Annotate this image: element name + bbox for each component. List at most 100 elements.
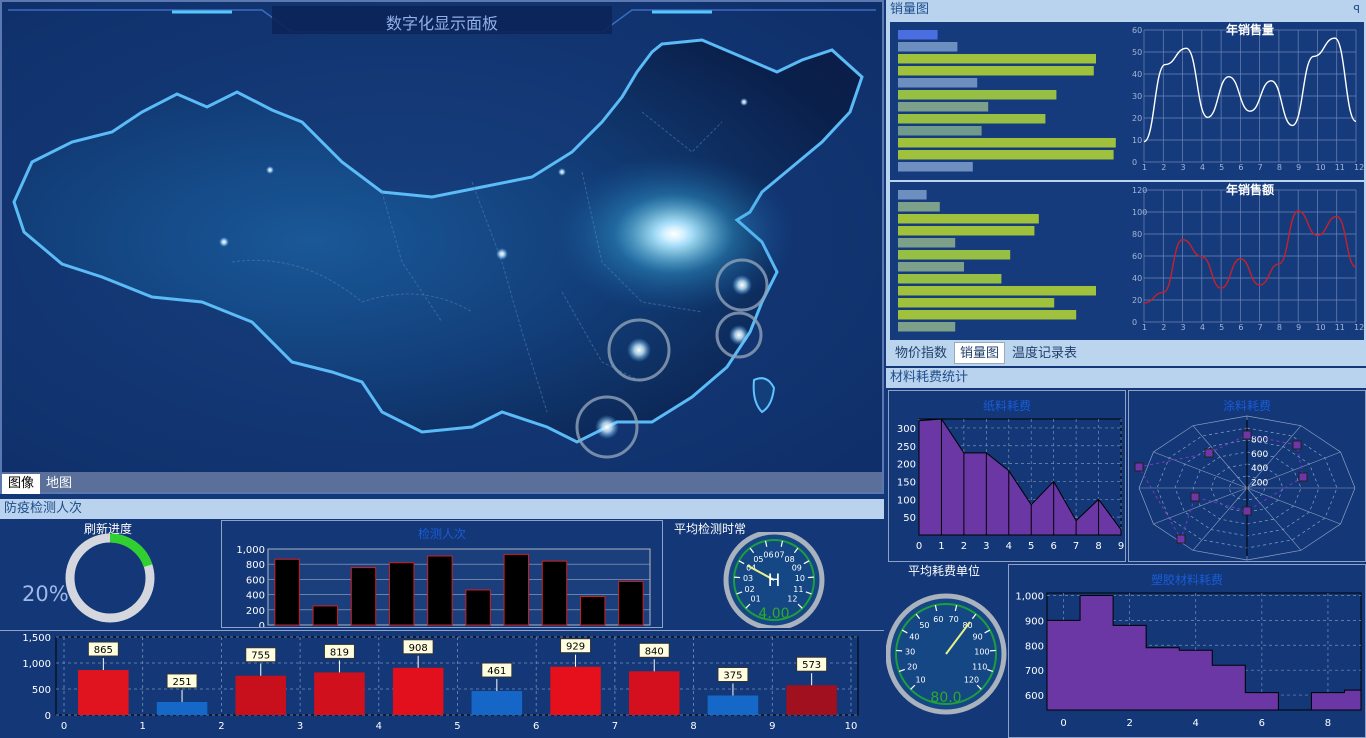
bar [235, 675, 287, 715]
radar-spoke [1246, 487, 1302, 551]
tab-map[interactable]: 地图 [40, 474, 78, 494]
x-tick-label: 4 [1006, 541, 1012, 552]
gauge-tick-label: 70 [949, 615, 959, 624]
x-tick-label: 6 [1259, 718, 1265, 729]
gauge-tick-label: 01 [751, 594, 761, 603]
hbar [898, 274, 1002, 284]
gauge-tick-label: 40 [909, 633, 919, 642]
x-tick-label: 3 [1181, 323, 1186, 332]
x-tick-label: 1 [1142, 323, 1147, 332]
refresh-progress: 刷新进度 20% [0, 520, 215, 628]
gauge-tick-label: 09 [792, 564, 802, 573]
y-tick-label: 30 [1132, 92, 1142, 101]
map-image [2, 2, 882, 472]
y-tick-label: 60 [1132, 26, 1142, 35]
radar-spoke [1153, 487, 1248, 525]
avg-unit-label: 平均耗费单位 [908, 564, 981, 578]
x-tick-label: 4 [1193, 718, 1199, 729]
radar-tick-label: 800 [1251, 435, 1268, 445]
x-tick-label: 8 [1277, 323, 1282, 332]
radar-point [1176, 534, 1186, 544]
plastic-chart-panel: 塑胶材料耗费 1,000 900 800 700 600 0 2 4 6 8 [1008, 564, 1366, 738]
data-label: 755 [251, 651, 270, 662]
bar [156, 701, 208, 715]
gauge-value: 80.0 [930, 690, 961, 706]
radar-spoke [1192, 425, 1248, 489]
x-tick-label: 9 [769, 721, 775, 732]
sales-panel: 销量图 ꟼ 60 50 40 30 20 10 0 1 2 3 4 5 6 7 8 9 10 11 12 年销售量 12… [886, 0, 1366, 366]
bar [579, 596, 606, 626]
y-tick-label: 250 [897, 442, 916, 453]
avg-time-dial: 010203040506070809101112H4.00 [723, 532, 825, 628]
hbar [898, 102, 989, 112]
hbar [898, 126, 982, 136]
hbar [898, 262, 964, 272]
gauge-tick-label: 03 [743, 574, 753, 583]
y-tick-label: 0 [45, 711, 51, 722]
data-label: 929 [566, 642, 585, 653]
radar-series [1138, 434, 1304, 541]
radar-point [1292, 440, 1302, 450]
gauge-tick-label: 12 [787, 594, 797, 603]
gauge-tick-label: 90 [973, 633, 983, 642]
count-chart-panel: 检测人次 1,000 800 600 400 200 0 [221, 520, 663, 628]
data-label: 840 [645, 646, 664, 657]
sales-header: 销量图 ꟼ [886, 0, 1366, 20]
x-tick-label: 11 [1335, 323, 1345, 332]
bar [618, 580, 644, 626]
y-tick-label: 400 [246, 591, 265, 602]
data-label: 251 [173, 677, 192, 688]
hbar [898, 162, 973, 172]
gauge-tick-label: 06 [763, 551, 773, 560]
x-tick-label: 2 [961, 541, 967, 552]
epidemic-header: 防疫检测人次 [0, 499, 884, 519]
y-tick-label: 500 [32, 685, 51, 696]
plastic-step-chart: 1,000 900 800 700 600 0 2 4 6 8 [1015, 591, 1362, 729]
y-tick-label: 0 [259, 621, 265, 627]
tab-price-index[interactable]: 物价指数 [890, 343, 952, 365]
y-tick-label: 50 [1132, 48, 1142, 57]
materials-header: 材料耗费统计 [886, 368, 1366, 388]
bar [314, 672, 365, 715]
y-tick-label: 80 [1132, 230, 1142, 239]
bar [392, 667, 444, 715]
tab-temperature[interactable]: 温度记录表 [1007, 343, 1082, 365]
bar [628, 671, 680, 715]
tab-image[interactable]: 图像 [2, 474, 41, 494]
x-tick-label: 2 [1161, 163, 1166, 172]
hbar [898, 214, 1039, 224]
x-tick-label: 5 [454, 721, 460, 732]
y-tick-label: 600 [1025, 691, 1044, 702]
y-tick-label: 200 [246, 606, 265, 617]
x-tick-label: 4 [1200, 323, 1205, 332]
y-tick-label: 1,000 [1015, 591, 1044, 602]
radar-spoke [1246, 487, 1341, 525]
paint-radar-chart: 800 600 400 200 [1134, 415, 1356, 561]
bar [786, 685, 837, 715]
x-tick-label: 0 [1060, 718, 1066, 729]
y-tick-label: 120 [1132, 186, 1147, 195]
pin-icon[interactable]: ꟼ [1353, 0, 1360, 20]
hbar [898, 238, 956, 248]
gauge-tick-label: 05 [753, 555, 763, 564]
bottom-bar-chart: 1,500 1,000 500 00 1 2 3 4 5 6 7 8 9 10 865 251 755 819 90… [22, 633, 859, 732]
x-tick-label: 7 [1258, 163, 1263, 172]
map-panel: 数字化显示面板 图像 地图 [0, 0, 884, 494]
x-tick-label: 6 [1238, 323, 1243, 332]
x-tick-label: 10 [1315, 163, 1325, 172]
bar [78, 670, 129, 715]
data-label: 461 [487, 666, 506, 677]
y-tick-label: 60 [1132, 252, 1142, 261]
x-tick-label: 1 [1142, 163, 1147, 172]
refresh-percent: 20% [22, 582, 69, 606]
sales-tabbar: 物价指数 销量图 温度记录表 [890, 342, 1364, 366]
x-tick-label: 8 [1325, 718, 1331, 729]
data-label: 573 [802, 660, 821, 671]
x-tick-label: 4 [1200, 163, 1205, 172]
radar-spoke [1192, 487, 1248, 551]
data-label: 819 [330, 647, 349, 658]
avg-unit-gauge: 平均耗费单位 10203040506070809010011012080.0 [886, 562, 1007, 738]
y-tick-label: 300 [897, 424, 916, 435]
tab-sales[interactable]: 销量图 [954, 342, 1006, 364]
radar-point [1242, 430, 1252, 440]
